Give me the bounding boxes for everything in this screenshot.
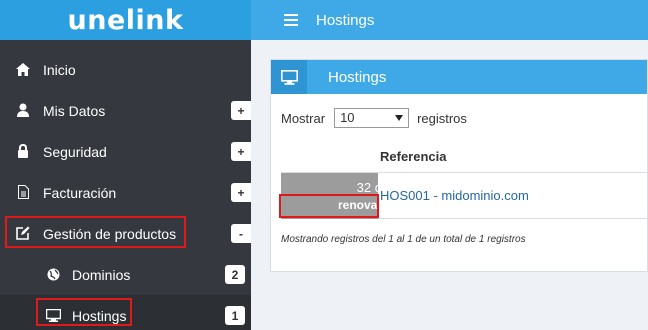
count-badge: 2	[225, 265, 245, 284]
sidebar-item-label: Inicio	[43, 61, 76, 78]
sidebar-item-label: Dominios	[72, 266, 131, 283]
sidebar: unelink Inicio Mis Datos + Seguridad + F…	[0, 0, 251, 330]
hostings-panel: Hostings Mostrar 10 registros Referencia…	[270, 59, 648, 272]
monitor-icon	[271, 60, 307, 94]
collapse-toggle[interactable]: -	[231, 224, 251, 243]
page-title: Hostings	[316, 11, 375, 29]
show-label: Mostrar	[281, 110, 326, 126]
expand-toggle[interactable]: +	[231, 101, 251, 120]
bars-icon[interactable]	[284, 14, 298, 26]
count-badge: 1	[225, 306, 245, 325]
lock-icon	[15, 143, 31, 159]
brand-logo[interactable]: unelink	[68, 5, 184, 36]
expand-toggle[interactable]: +	[231, 183, 251, 202]
table-header: Referencia	[281, 144, 648, 173]
table-row: 32 días renovar ahora HOS001 - midominio…	[279, 173, 648, 219]
sidebar-item-facturacion[interactable]: Facturación +	[0, 172, 251, 213]
top-bar: Hostings	[251, 0, 648, 40]
sidebar-item-seguridad[interactable]: Seguridad +	[0, 131, 251, 172]
records-label: registros	[417, 110, 467, 126]
hosting-reference-link[interactable]: HOS001 - midominio.com	[380, 188, 529, 203]
expand-toggle[interactable]: +	[231, 142, 251, 161]
caret-down-icon	[395, 115, 404, 121]
sidebar-item-inicio[interactable]: Inicio	[0, 49, 251, 90]
column-header-referencia[interactable]: Referencia	[380, 149, 446, 164]
highlight-box	[36, 298, 132, 326]
highlight-box	[5, 216, 186, 248]
table-info: Mostrando registros del 1 al 1 de un tot…	[281, 234, 526, 245]
home-icon	[15, 61, 31, 77]
file-icon	[15, 184, 31, 200]
sidebar-item-label: Facturación	[43, 184, 117, 201]
page-size-select[interactable]: 10	[334, 108, 410, 128]
panel-title: Hostings	[328, 69, 387, 86]
sidebar-item-label: Seguridad	[43, 143, 107, 160]
panel-header: Hostings	[271, 60, 647, 94]
page-size-control: Mostrar 10 registros	[281, 108, 467, 128]
logo-bar: unelink	[0, 0, 251, 40]
highlight-box	[279, 194, 379, 218]
user-icon	[15, 102, 31, 118]
globe-icon	[45, 266, 61, 282]
sidebar-item-mis-datos[interactable]: Mis Datos +	[0, 90, 251, 131]
sidebar-nav: Inicio Mis Datos + Seguridad + Facturaci…	[0, 49, 251, 330]
sidebar-subitem-dominios[interactable]: Dominios 2	[0, 254, 251, 295]
sidebar-item-label: Mis Datos	[43, 102, 106, 119]
page-size-value: 10	[340, 110, 355, 125]
